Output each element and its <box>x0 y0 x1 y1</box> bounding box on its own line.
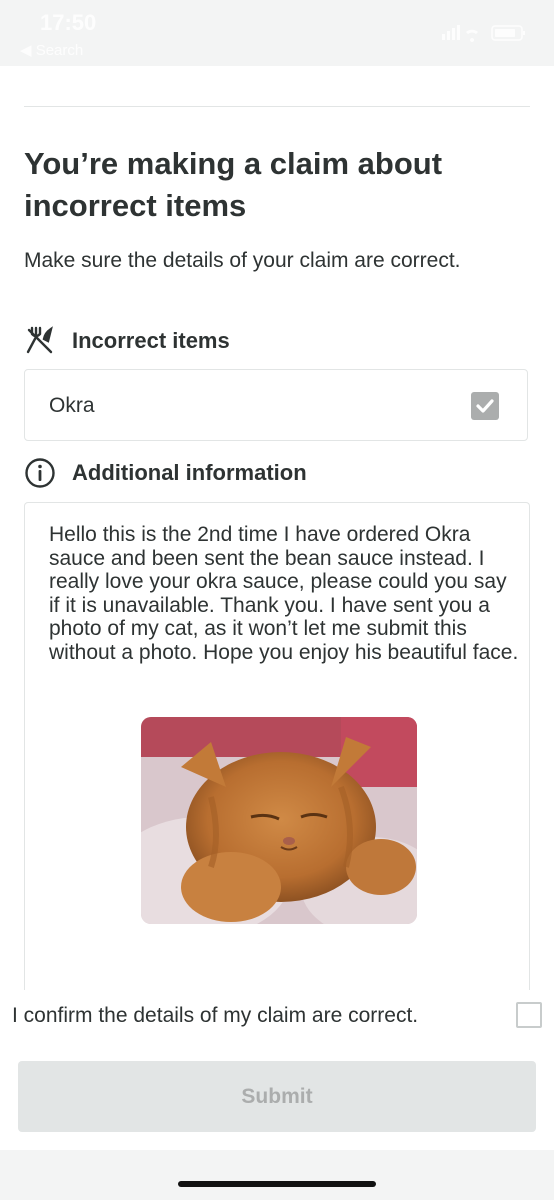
back-to-search-link[interactable]: ◀ Search <box>20 41 83 59</box>
incorrect-item-row[interactable]: Okra <box>24 369 528 441</box>
confirm-row: I confirm the details of my claim are co… <box>0 990 554 1046</box>
item-checkbox[interactable] <box>471 392 499 420</box>
additional-info-header: Additional information <box>24 458 307 488</box>
status-time: 17:50 <box>40 10 97 35</box>
item-name: Okra <box>49 394 95 417</box>
page-subtitle: Make sure the details of your claim are … <box>24 249 461 272</box>
additional-info-textarea[interactable]: Hello this is the 2nd time I have ordere… <box>24 502 530 1022</box>
status-bar: 17:50 ◀ Search <box>0 0 554 66</box>
cutlery-crossed-icon <box>26 326 53 354</box>
confirm-checkbox[interactable] <box>516 1002 542 1028</box>
bottom-safe-area <box>0 1150 554 1200</box>
incorrect-items-header: Incorrect items <box>24 326 230 356</box>
additional-info-heading: Additional information <box>72 460 307 485</box>
confirm-label: I confirm the details of my claim are co… <box>12 1004 419 1027</box>
incorrect-items-heading: Incorrect items <box>72 328 230 353</box>
submit-button[interactable]: Submit <box>18 1061 536 1132</box>
top-divider <box>24 106 530 107</box>
check-icon <box>476 399 494 413</box>
additional-info-text: Hello this is the 2nd time I have ordere… <box>49 523 519 664</box>
info-circle-icon <box>25 458 55 488</box>
cat-photo <box>141 717 417 924</box>
system-status-icons <box>442 25 525 42</box>
home-indicator[interactable] <box>178 1181 376 1187</box>
page-title: You’re making a claim about incorrect it… <box>24 146 443 223</box>
